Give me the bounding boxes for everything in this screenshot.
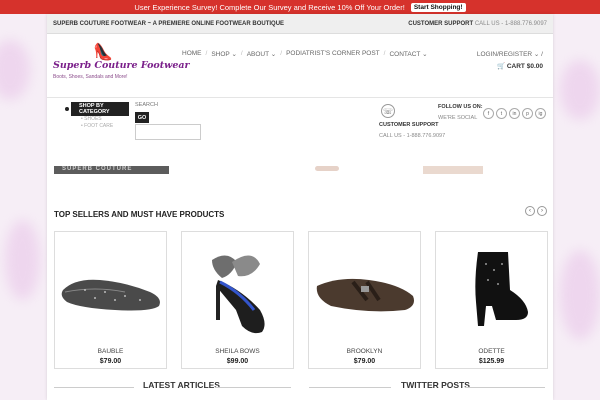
logo-name: Superb Couture Footwear <box>53 60 190 71</box>
follow-subtitle: We're Social <box>438 115 478 121</box>
background-flower <box>0 40 30 100</box>
product-name[interactable]: Sheila Bows <box>182 348 293 355</box>
product-card[interactable]: Bauble $79.00 <box>54 231 167 369</box>
product-price: $99.00 <box>226 358 249 365</box>
main-nav: Home / Shop ⌄ / About ⌄ / Podiatrist's C… <box>179 50 431 58</box>
logo-tagline: Boots, Shoes, Sandals and More! <box>53 74 128 80</box>
top-support: Customer Support Call Us - 1-888.776.909… <box>408 21 547 27</box>
chevron-down-icon: ⌄ <box>270 51 277 58</box>
follow-us: Follow Us On: We're Social <box>438 104 483 121</box>
section-title: Top Sellers and Must Have Products <box>54 210 225 219</box>
divider <box>215 387 291 388</box>
pinterest-icon[interactable]: p <box>522 108 533 119</box>
search-label: Search <box>135 102 158 108</box>
instagram-icon[interactable]: ig <box>535 108 546 119</box>
nav-about[interactable]: About ⌄ <box>244 50 280 58</box>
banner-slide: SUPERB COUTURE <box>54 166 169 174</box>
top-strip: Superb Couture Footwear ~ A Premiere Onl… <box>47 14 553 34</box>
product-price: $79.00 <box>353 358 376 365</box>
go-button[interactable]: GO <box>135 112 149 123</box>
ankle-boot-image <box>475 252 528 326</box>
twitter-icon[interactable]: t <box>496 108 507 119</box>
flat-shoe-image <box>316 278 414 312</box>
background-flower <box>560 60 600 120</box>
twitter-posts-title: Twitter Posts <box>401 380 470 390</box>
nav-podiatrist[interactable]: Podiatrist's Corner Post <box>283 50 383 58</box>
category-foot-care[interactable]: Foot Care <box>81 123 113 130</box>
product-card[interactable]: Brooklyn $79.00 <box>308 231 421 369</box>
product-name[interactable]: Bauble <box>55 348 166 355</box>
slider-banner[interactable]: SUPERB COUTURE <box>47 166 553 174</box>
chevron-right-icon[interactable]: › <box>537 206 547 216</box>
chevron-down-icon: ⌄ <box>533 51 540 58</box>
product-name[interactable]: Odette <box>436 348 547 355</box>
product-price: $125.99 <box>478 358 505 365</box>
latest-articles-title: Latest Articles <box>143 380 220 390</box>
search-input[interactable] <box>135 124 201 140</box>
headset-icon: ☏ <box>381 104 395 118</box>
footer-headings: Latest Articles Twitter Posts <box>47 380 553 394</box>
customer-support-box: ☏ Customer Support Call Us - 1-888.776.9… <box>379 104 445 139</box>
social-icons: f t in p ig <box>483 108 546 119</box>
facebook-icon[interactable]: f <box>483 108 494 119</box>
banner-slide <box>423 166 483 174</box>
loafer-image <box>61 279 160 311</box>
banner-slide <box>315 166 339 171</box>
product-price: $79.00 <box>99 358 122 365</box>
nav-shop[interactable]: Shop ⌄ <box>208 50 240 58</box>
cart-total: $0.00 <box>526 63 543 70</box>
chevron-down-icon: ⌄ <box>231 51 237 58</box>
linkedin-icon[interactable]: in <box>509 108 520 119</box>
product-card[interactable]: Odette $125.99 <box>435 231 548 369</box>
login-register-link[interactable]: Login/Register ⌄ / <box>477 50 543 58</box>
bow-heel-image <box>212 255 265 334</box>
account-area: Login/Register ⌄ / 🛒 Cart $0.00 <box>477 50 543 70</box>
nav-shop-label: Shop <box>211 51 230 58</box>
product-name[interactable]: Brooklyn <box>309 348 420 355</box>
brand-line: Superb Couture Footwear ~ A Premiere Onl… <box>53 20 285 27</box>
carousel-arrows: ‹ › <box>525 206 547 216</box>
nav-home[interactable]: Home <box>179 50 205 58</box>
chevron-left-icon[interactable]: ‹ <box>525 206 535 216</box>
start-shopping-button[interactable]: Start Shopping! <box>410 2 466 12</box>
cart-icon: 🛒 <box>496 63 506 70</box>
header: 👠 Superb Couture Footwear Boots, Shoes, … <box>47 34 553 98</box>
follow-title: Follow Us On: <box>438 104 483 110</box>
chevron-down-icon: ⌄ <box>422 51 428 58</box>
nav-about-label: About <box>246 51 269 58</box>
top-support-label: Customer Support <box>408 20 474 27</box>
high-heel-icon: 👠 <box>93 44 113 61</box>
category-list: Shoes Foot Care <box>81 116 113 130</box>
support-title: Customer Support <box>379 122 439 128</box>
background-flower <box>5 220 40 300</box>
page-container: Superb Couture Footwear ~ A Premiere Onl… <box>47 14 553 400</box>
cart-label: Cart <box>506 63 525 70</box>
category-shoes[interactable]: Shoes <box>81 116 113 123</box>
divider <box>309 387 391 388</box>
sub-bar: Shop by Category Shoes Foot Care Search … <box>47 98 553 146</box>
shop-by-category-button[interactable]: Shop by Category <box>65 102 129 116</box>
survey-bar: User Experience Survey! Complete Our Sur… <box>0 0 600 14</box>
background-flower <box>560 250 600 340</box>
cart-link[interactable]: 🛒 Cart $0.00 <box>477 62 543 70</box>
divider <box>54 387 134 388</box>
support-phone[interactable]: Call Us - 1-888.776.9097 <box>379 133 445 139</box>
login-label: Login/Register <box>476 51 533 58</box>
product-grid: Bauble $79.00 Sheila Bows $99.00 Brookly… <box>54 231 548 369</box>
product-card[interactable]: Sheila Bows $99.00 <box>181 231 294 369</box>
survey-message: User Experience Survey! Complete Our Sur… <box>134 2 405 12</box>
nav-contact-label: Contact <box>389 51 421 58</box>
top-support-phone[interactable]: Call Us - 1-888.776.9097 <box>475 21 547 27</box>
nav-contact[interactable]: Contact ⌄ <box>386 50 430 58</box>
divider <box>465 387 545 388</box>
